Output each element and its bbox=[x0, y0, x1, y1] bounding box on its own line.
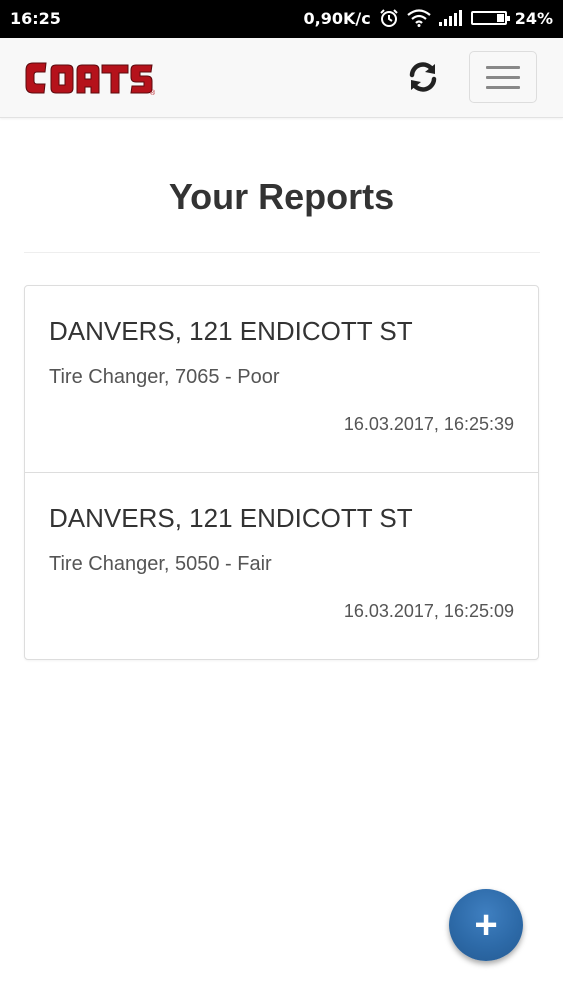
report-location: DANVERS, 121 ENDICOTT ST bbox=[49, 503, 413, 533]
status-indicators: 0,90K/c 24% bbox=[304, 8, 554, 28]
status-bar: 16:25 0,90K/c 24% bbox=[0, 0, 563, 38]
report-location: DANVERS, 121 ENDICOTT ST bbox=[49, 316, 413, 346]
report-item[interactable]: DANVERS, 121 ENDICOTT ST Tire Changer, 5… bbox=[25, 473, 538, 659]
hamburger-menu-button[interactable] bbox=[469, 51, 537, 103]
battery-level-fill bbox=[496, 14, 504, 22]
refresh-icon bbox=[406, 60, 440, 99]
network-speed: 0,90K/c bbox=[303, 8, 371, 28]
report-timestamp: 16.03.2017, 16:25:39 bbox=[343, 414, 514, 434]
wifi-icon bbox=[407, 9, 431, 27]
hamburger-menu-icon bbox=[486, 65, 520, 69]
battery-icon bbox=[470, 11, 510, 25]
report-timestamp: 16.03.2017, 16:25:09 bbox=[343, 601, 514, 621]
status-time: 16:25 bbox=[10, 9, 61, 28]
plus-icon: + bbox=[474, 902, 498, 947]
coats-logo[interactable]: ® bbox=[24, 60, 156, 97]
add-report-button[interactable]: + bbox=[449, 889, 523, 961]
title-divider bbox=[24, 252, 540, 253]
alarm-icon bbox=[379, 8, 399, 28]
signal-icon bbox=[438, 10, 463, 26]
report-list: DANVERS, 121 ENDICOTT ST Tire Changer, 7… bbox=[24, 285, 539, 660]
battery-percent: 24% bbox=[514, 8, 553, 28]
report-description: Tire Changer, 5050 - Fair bbox=[49, 553, 272, 575]
page-title: Your Reports bbox=[168, 176, 395, 217]
svg-text:®: ® bbox=[150, 89, 156, 96]
refresh-button[interactable] bbox=[404, 60, 442, 98]
report-item[interactable]: DANVERS, 121 ENDICOTT ST Tire Changer, 7… bbox=[25, 286, 538, 473]
report-description: Tire Changer, 7065 - Poor bbox=[49, 366, 280, 388]
navbar: ® bbox=[0, 38, 563, 118]
